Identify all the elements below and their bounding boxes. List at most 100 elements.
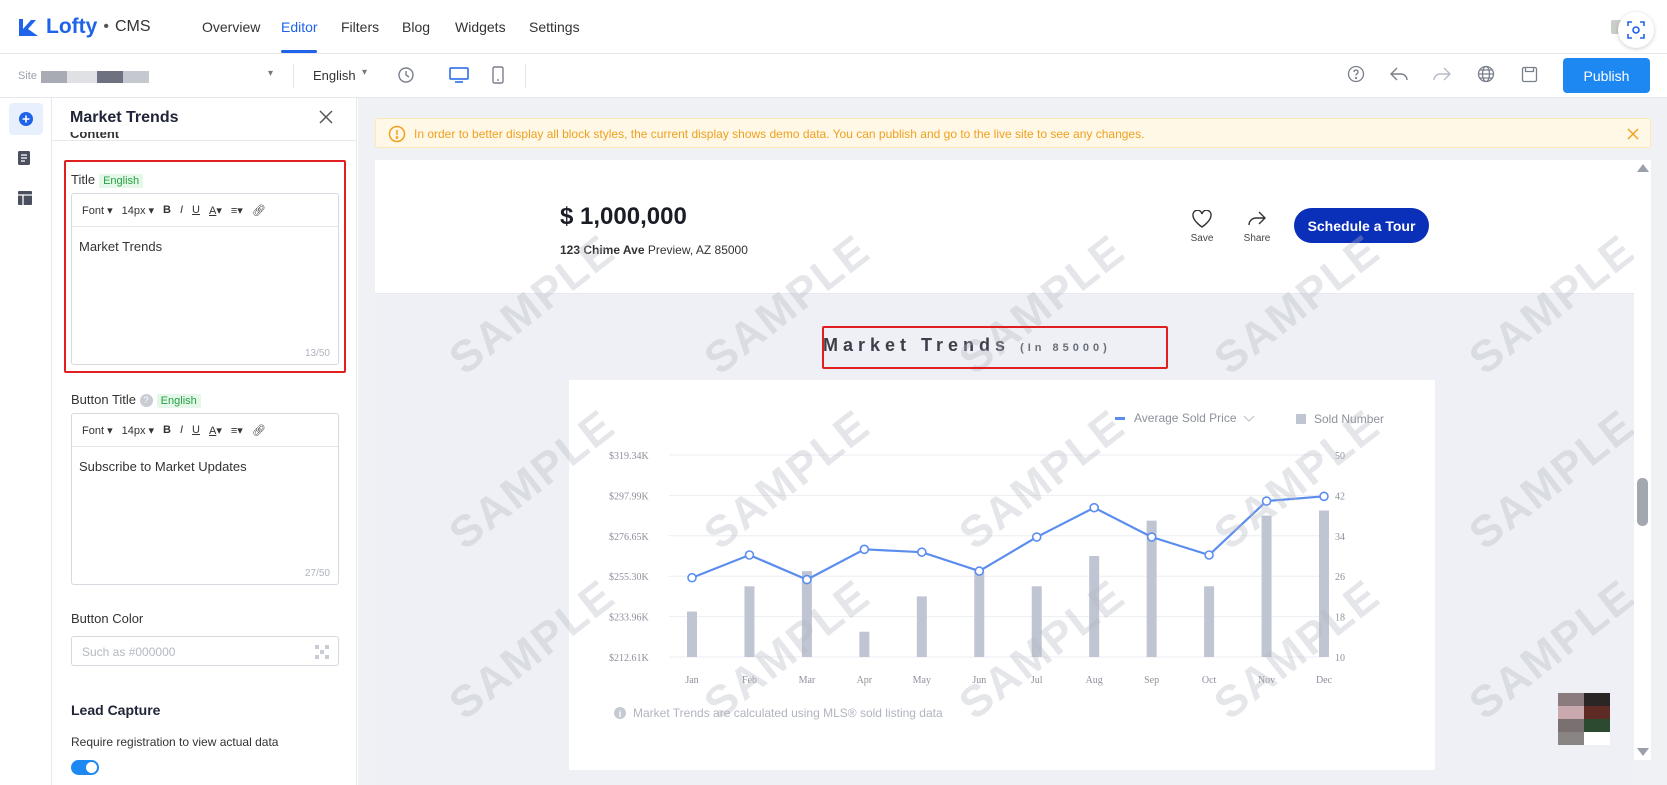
demo-data-banner: In order to better display all block sty… xyxy=(375,118,1651,148)
language-select[interactable]: English xyxy=(313,68,356,83)
brand-name: Lofty xyxy=(46,15,98,38)
underline-button[interactable]: U xyxy=(192,424,200,436)
point-average-sold-price xyxy=(1031,532,1042,542)
save-label: Save xyxy=(1190,233,1214,244)
tab-overview[interactable]: Overview xyxy=(202,19,260,35)
share-button[interactable]: Share xyxy=(1240,210,1274,244)
button-color-label: Button Color xyxy=(71,611,144,626)
button-title-text[interactable]: Subscribe to Market Updates xyxy=(72,447,338,486)
save-button[interactable]: Save xyxy=(1187,209,1217,244)
point-average-sold-price xyxy=(1204,550,1214,560)
left-rail xyxy=(0,98,52,785)
point-average-sold-price xyxy=(917,547,927,557)
left-axis-tick-label: $319.34K xyxy=(609,451,650,462)
font-size-select[interactable]: 14px ▾ xyxy=(122,424,154,437)
left-axis-tick-label: $276.65K xyxy=(609,532,650,543)
color-picker-icon[interactable] xyxy=(315,645,329,659)
lead-capture-description: Require registration to view actual data xyxy=(71,735,279,749)
add-block-button[interactable] xyxy=(9,103,43,135)
chart-footnote: Market Trends are calculated using MLS® … xyxy=(633,706,943,720)
property-price: $ 1,000,000 xyxy=(560,203,687,230)
right-axis-tick-label: 10 xyxy=(1335,653,1345,664)
undo-icon[interactable] xyxy=(1387,62,1411,86)
bar-sold-number xyxy=(1204,586,1215,657)
point-average-sold-price xyxy=(802,574,812,585)
lofty-logo-icon xyxy=(19,19,38,36)
italic-button[interactable]: I xyxy=(180,424,183,436)
publish-button[interactable]: Publish xyxy=(1563,58,1650,93)
screen-capture-icon xyxy=(1627,21,1645,39)
close-icon xyxy=(319,110,333,124)
site-preview: $ 1,000,000 123 Chime Ave Preview, AZ 85… xyxy=(375,160,1634,785)
right-axis-tick-label: 42 xyxy=(1335,491,1345,502)
site-label: Site xyxy=(18,70,37,82)
tab-settings[interactable]: Settings xyxy=(529,19,580,35)
site-chevron-down-icon[interactable]: ▾ xyxy=(268,68,273,79)
x-axis-tick-label: Apr xyxy=(857,675,873,686)
chat-widget-thumbnail[interactable] xyxy=(1558,693,1610,745)
button-color-input[interactable]: Such as #000000 xyxy=(71,636,339,666)
logo[interactable]: Lofty • CMS xyxy=(18,15,151,39)
heart-icon xyxy=(1192,209,1212,228)
pages-icon[interactable] xyxy=(17,150,31,171)
close-panel-button[interactable] xyxy=(319,110,333,129)
rich-text-toolbar: Font ▾ 14px ▾ B I U A▾ ≡▾ 🔗︎ xyxy=(72,414,338,447)
globe-icon[interactable] xyxy=(1474,62,1498,86)
font-family-select[interactable]: Font ▾ xyxy=(82,424,113,437)
preview-scrollbar[interactable] xyxy=(1634,160,1651,760)
scroll-up-icon[interactable] xyxy=(1637,164,1649,172)
add-circle-icon xyxy=(19,112,33,126)
x-axis-tick-label: Dec xyxy=(1316,675,1333,686)
x-axis-tick-label: Sep xyxy=(1144,675,1159,686)
align-icon[interactable]: ≡▾ xyxy=(231,424,243,437)
x-axis-tick-label: Jan xyxy=(685,675,698,686)
screenshot-button[interactable] xyxy=(1618,12,1654,48)
tab-widgets[interactable]: Widgets xyxy=(455,19,506,35)
panel-header-divider xyxy=(52,140,356,141)
help-icon[interactable] xyxy=(1344,62,1368,86)
x-axis-tick-label: May xyxy=(913,675,931,686)
desktop-view-icon[interactable] xyxy=(447,63,471,87)
tab-editor[interactable]: Editor xyxy=(281,19,318,35)
language-chevron-down-icon[interactable]: ▾ xyxy=(362,67,367,78)
layout-icon[interactable] xyxy=(17,190,33,211)
close-banner-icon[interactable] xyxy=(1627,128,1639,140)
site-selector[interactable] xyxy=(41,71,149,83)
section-heading-content: Content xyxy=(70,132,120,140)
point-average-sold-price xyxy=(1146,532,1157,542)
highlight-box xyxy=(64,160,346,373)
right-axis-tick-label: 34 xyxy=(1335,532,1345,543)
info-icon-glyph: i xyxy=(619,709,622,719)
text-color-button[interactable]: A▾ xyxy=(209,424,222,437)
scroll-thumb[interactable] xyxy=(1637,478,1648,526)
divider xyxy=(293,64,294,88)
bold-button[interactable]: B xyxy=(163,424,171,436)
button-title-rich-editor[interactable]: Font ▾ 14px ▾ B I U A▾ ≡▾ 🔗︎ Subscribe t… xyxy=(71,413,339,585)
link-icon[interactable]: 🔗︎ xyxy=(252,424,266,437)
x-axis-tick-label: Mar xyxy=(799,675,816,686)
mobile-view-icon[interactable] xyxy=(486,63,510,87)
active-tab-indicator xyxy=(281,50,317,53)
history-icon[interactable] xyxy=(394,63,418,87)
tab-blog[interactable]: Blog xyxy=(402,19,430,35)
left-axis-tick-label: $297.99K xyxy=(609,491,650,502)
lead-capture-heading: Lead Capture xyxy=(71,702,161,718)
highlight-box xyxy=(822,326,1168,369)
bar-sold-number xyxy=(687,611,697,657)
warning-icon xyxy=(388,125,406,143)
banner-text: In order to better display all block sty… xyxy=(414,127,1145,141)
scroll-down-icon[interactable] xyxy=(1637,748,1649,756)
top-navbar: Lofty • CMS Overview Editor Filters Blog… xyxy=(0,0,1667,54)
lead-capture-toggle[interactable] xyxy=(71,760,99,775)
point-average-sold-price xyxy=(974,566,985,576)
point-average-sold-price xyxy=(687,572,697,583)
help-icon[interactable]: ? xyxy=(139,394,153,408)
save-draft-icon[interactable] xyxy=(1517,62,1541,86)
sample-watermark: SAMPLE xyxy=(1460,400,1634,560)
legend-bar-swatch xyxy=(1296,414,1306,424)
legend-average-sold-price: Average Sold Price xyxy=(1134,411,1237,425)
tab-filters[interactable]: Filters xyxy=(341,19,379,35)
panel-title: Market Trends xyxy=(70,109,179,126)
point-average-sold-price xyxy=(1319,491,1329,502)
redo-icon[interactable] xyxy=(1430,62,1454,86)
